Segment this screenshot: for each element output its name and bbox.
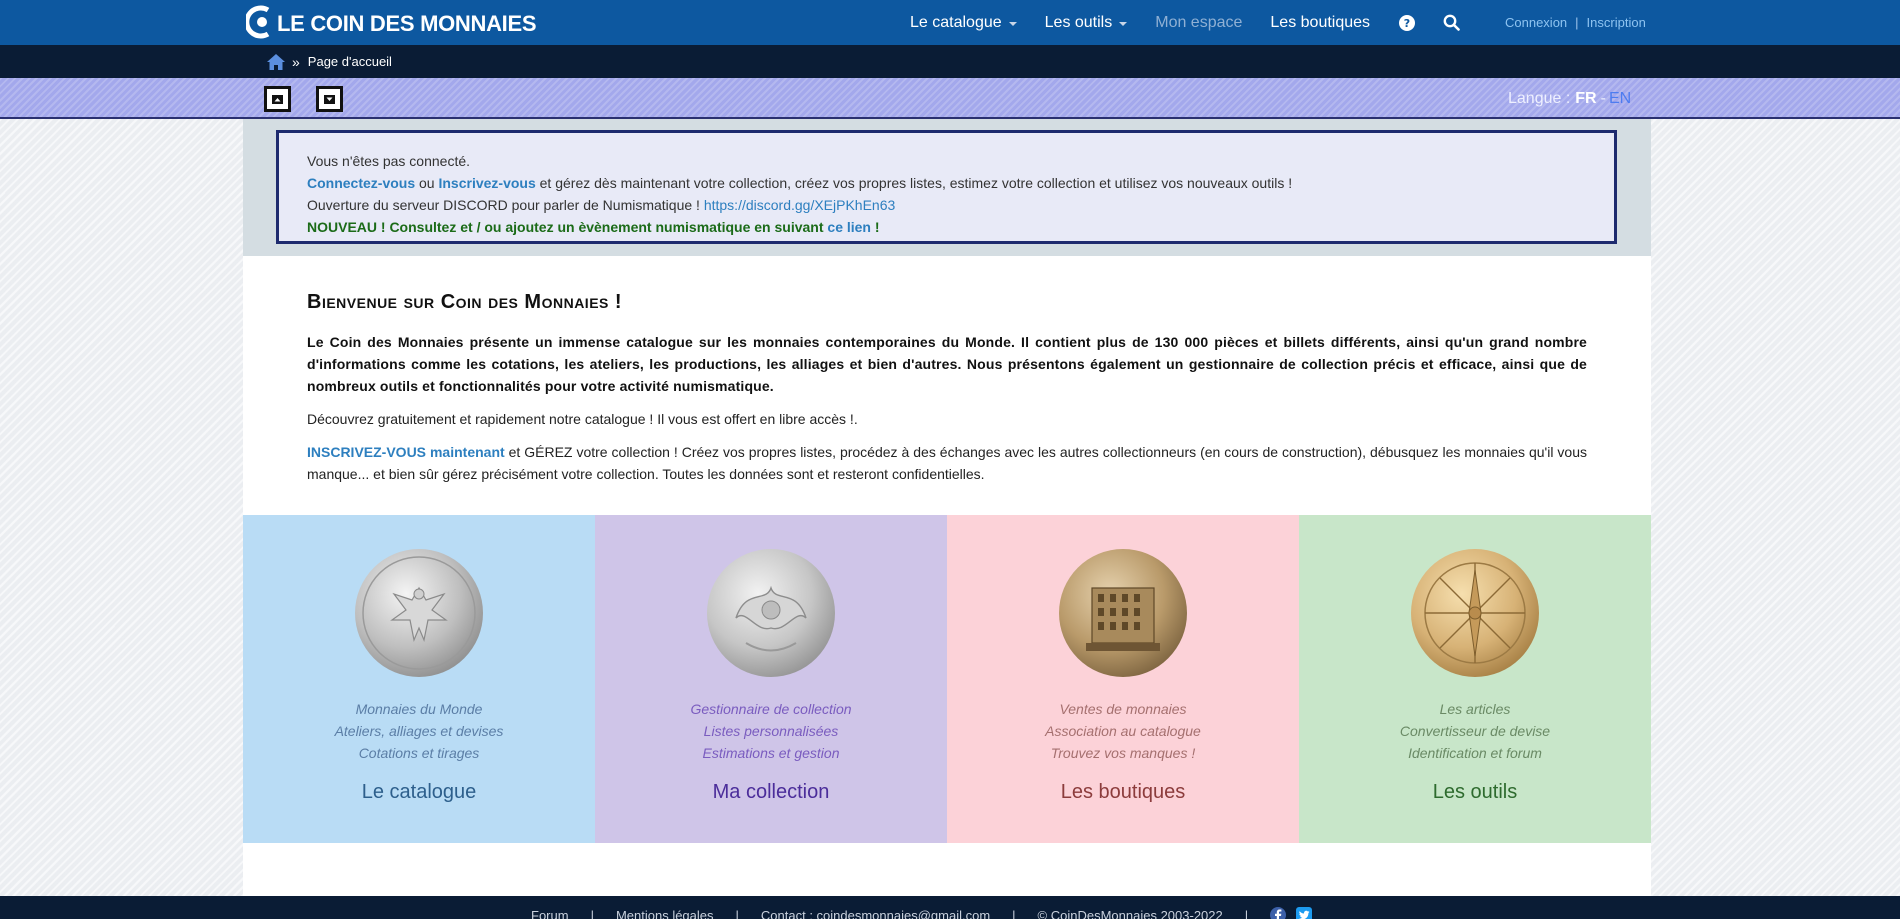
card-collection-title: Ma collection xyxy=(712,781,830,803)
card-line: Convertisseur de devise xyxy=(1399,723,1551,739)
feature-cards: Monnaies du Monde Ateliers, alliages et … xyxy=(243,515,1651,843)
nav-mon-espace-label: Mon espace xyxy=(1155,13,1243,31)
collapse-up-icon[interactable] xyxy=(264,86,291,112)
caret-down-icon xyxy=(1008,21,1017,26)
breadcrumb-separator: » xyxy=(292,53,300,70)
register-now-link[interactable]: INSCRIVEZ-VOUS maintenant xyxy=(307,444,505,460)
signup-link[interactable]: Inscription xyxy=(1587,15,1646,30)
lang-separator: - xyxy=(1600,89,1606,107)
nav-outils-label: Les outils xyxy=(1044,13,1113,31)
footer-links: Forum | Mentions légales | Contact : coi… xyxy=(531,907,1322,919)
news-end: ! xyxy=(871,219,880,235)
event-link[interactable]: ce lien xyxy=(827,219,871,235)
card-outils-lines: Les articles Convertisseur de devise Ide… xyxy=(1299,698,1651,764)
card-line: Cotations et tirages xyxy=(358,745,480,761)
card-line: Monnaies du Monde xyxy=(355,701,483,717)
nav-outils[interactable]: Les outils xyxy=(1045,14,1128,32)
notice-line-2: Connectez-vous ou Inscrivez-vous et gére… xyxy=(307,172,1614,194)
welcome-intro: Le Coin des Monnaies présente un immense… xyxy=(307,334,1587,394)
breadcrumb: » Page d'accueil xyxy=(266,45,392,78)
card-catalogue[interactable]: Monnaies du Monde Ateliers, alliages et … xyxy=(243,515,595,843)
nav-catalogue-label: Le catalogue xyxy=(910,13,1002,31)
breadcrumb-bar: » Page d'accueil xyxy=(0,45,1900,78)
welcome-register: INSCRIVEZ-VOUS maintenant et GÉREZ votre… xyxy=(307,441,1587,485)
caret-down-icon xyxy=(1119,21,1128,26)
card-line: Trouvez vos manques ! xyxy=(1050,745,1196,761)
notice-line-3: Ouverture du serveur DISCORD pour parler… xyxy=(307,194,1614,216)
lang-fr[interactable]: FR xyxy=(1575,90,1596,108)
card-line: Ateliers, alliages et devises xyxy=(334,723,504,739)
footer-copyright: © CoinDesMonnaies 2003-2022 xyxy=(1037,907,1223,919)
card-line: Les articles xyxy=(1439,701,1511,717)
card-catalogue-lines: Monnaies du Monde Ateliers, alliages et … xyxy=(243,698,595,764)
footer-separator: | xyxy=(1012,907,1016,919)
top-navbar: LE COIN DES MONNAIES Le catalogue Les ou… xyxy=(0,0,1900,45)
dragon-coin-icon xyxy=(706,548,836,678)
silver-dollar-coin-icon xyxy=(354,548,484,678)
nav-boutiques[interactable]: Les boutiques xyxy=(1270,14,1370,32)
search-icon[interactable] xyxy=(1442,14,1460,32)
notice-line-2-rest: et gérez dès maintenant votre collection… xyxy=(535,175,1293,191)
logo-text: LE COIN DES MONNAIES xyxy=(277,11,537,36)
tool-bar: Langue : FR - EN xyxy=(0,78,1900,119)
auth-separator: | xyxy=(1575,15,1579,30)
card-line: Listes personnalisées xyxy=(703,723,839,739)
footer-separator: | xyxy=(590,907,594,919)
breadcrumb-current: Page d'accueil xyxy=(307,54,392,69)
language-label: Langue : xyxy=(1508,89,1571,107)
expand-down-icon[interactable] xyxy=(316,86,343,112)
facebook-icon[interactable] xyxy=(1270,907,1287,919)
welcome-title: Bienvenue sur Coin des Monnaies ! xyxy=(307,291,623,313)
notice-line-1: Vous n'êtes pas connecté. xyxy=(307,153,471,169)
login-notice: Vous n'êtes pas connecté. Connectez-vous… xyxy=(276,130,1617,244)
card-boutiques-lines: Ventes de monnaies Association au catalo… xyxy=(947,698,1299,764)
lang-en[interactable]: EN xyxy=(1609,90,1631,108)
main-nav: Le catalogue Les outils Mon espace Les b… xyxy=(910,0,1486,45)
help-icon[interactable]: ? xyxy=(1398,14,1416,32)
twitter-icon[interactable] xyxy=(1296,907,1313,919)
svg-text:?: ? xyxy=(1404,17,1410,30)
nav-catalogue[interactable]: Le catalogue xyxy=(910,14,1017,32)
footer-separator: | xyxy=(735,907,739,919)
footer-forum-link[interactable]: Forum xyxy=(531,908,569,919)
home-icon[interactable] xyxy=(266,53,286,71)
footer: Forum | Mentions légales | Contact : coi… xyxy=(0,896,1900,919)
card-line: Estimations et gestion xyxy=(702,745,840,761)
notice-section: Vous n'êtes pas connecté. Connectez-vous… xyxy=(243,119,1651,256)
logo-c-icon xyxy=(246,4,274,40)
notice-line-4: NOUVEAU ! Consultez et / ou ajoutez un è… xyxy=(307,216,1614,238)
discord-text: Ouverture du serveur DISCORD pour parler… xyxy=(307,197,704,213)
notice-or: ou xyxy=(415,175,439,191)
site-logo[interactable]: LE COIN DES MONNAIES xyxy=(246,4,537,40)
card-catalogue-title: Le catalogue xyxy=(361,781,477,803)
news-text: NOUVEAU ! Consultez et / ou ajoutez un è… xyxy=(307,219,828,235)
main-content: Vous n'êtes pas connecté. Connectez-vous… xyxy=(243,119,1651,919)
connect-link[interactable]: Connectez-vous xyxy=(307,175,415,191)
login-link[interactable]: Connexion xyxy=(1505,15,1567,30)
card-line: Association au catalogue xyxy=(1045,723,1201,739)
building-medal-icon xyxy=(1058,548,1188,678)
welcome-discover: Découvrez gratuitement et rapidement not… xyxy=(307,411,858,427)
nav-mon-espace[interactable]: Mon espace xyxy=(1155,14,1242,32)
card-line: Ventes de monnaies xyxy=(1059,701,1187,717)
card-line: Gestionnaire de collection xyxy=(690,701,852,717)
card-line: Identification et forum xyxy=(1408,745,1542,761)
card-boutiques-title: Les boutiques xyxy=(1060,781,1186,803)
discord-link[interactable]: https://discord.gg/XEjPKhEn63 xyxy=(704,197,895,213)
card-outils-title: Les outils xyxy=(1432,781,1518,803)
card-outils[interactable]: Les articles Convertisseur de devise Ide… xyxy=(1299,515,1651,843)
register-link[interactable]: Inscrivez-vous xyxy=(438,175,535,191)
card-collection[interactable]: Gestionnaire de collection Listes person… xyxy=(595,515,947,843)
compass-coin-icon xyxy=(1410,548,1540,678)
footer-separator: | xyxy=(1244,907,1249,919)
card-collection-lines: Gestionnaire de collection Listes person… xyxy=(595,698,947,764)
footer-contact-link[interactable]: Contact : coindesmonnaies@gmail.com xyxy=(761,908,990,919)
nav-boutiques-label: Les boutiques xyxy=(1270,13,1371,31)
welcome-section: Bienvenue sur Coin des Monnaies ! Le Coi… xyxy=(307,291,1587,496)
card-boutiques[interactable]: Ventes de monnaies Association au catalo… xyxy=(947,515,1299,843)
footer-legal-link[interactable]: Mentions légales xyxy=(616,908,714,919)
auth-links: Connexion | Inscription xyxy=(1505,0,1646,45)
language-switcher: Langue : FR - EN xyxy=(1508,78,1631,119)
